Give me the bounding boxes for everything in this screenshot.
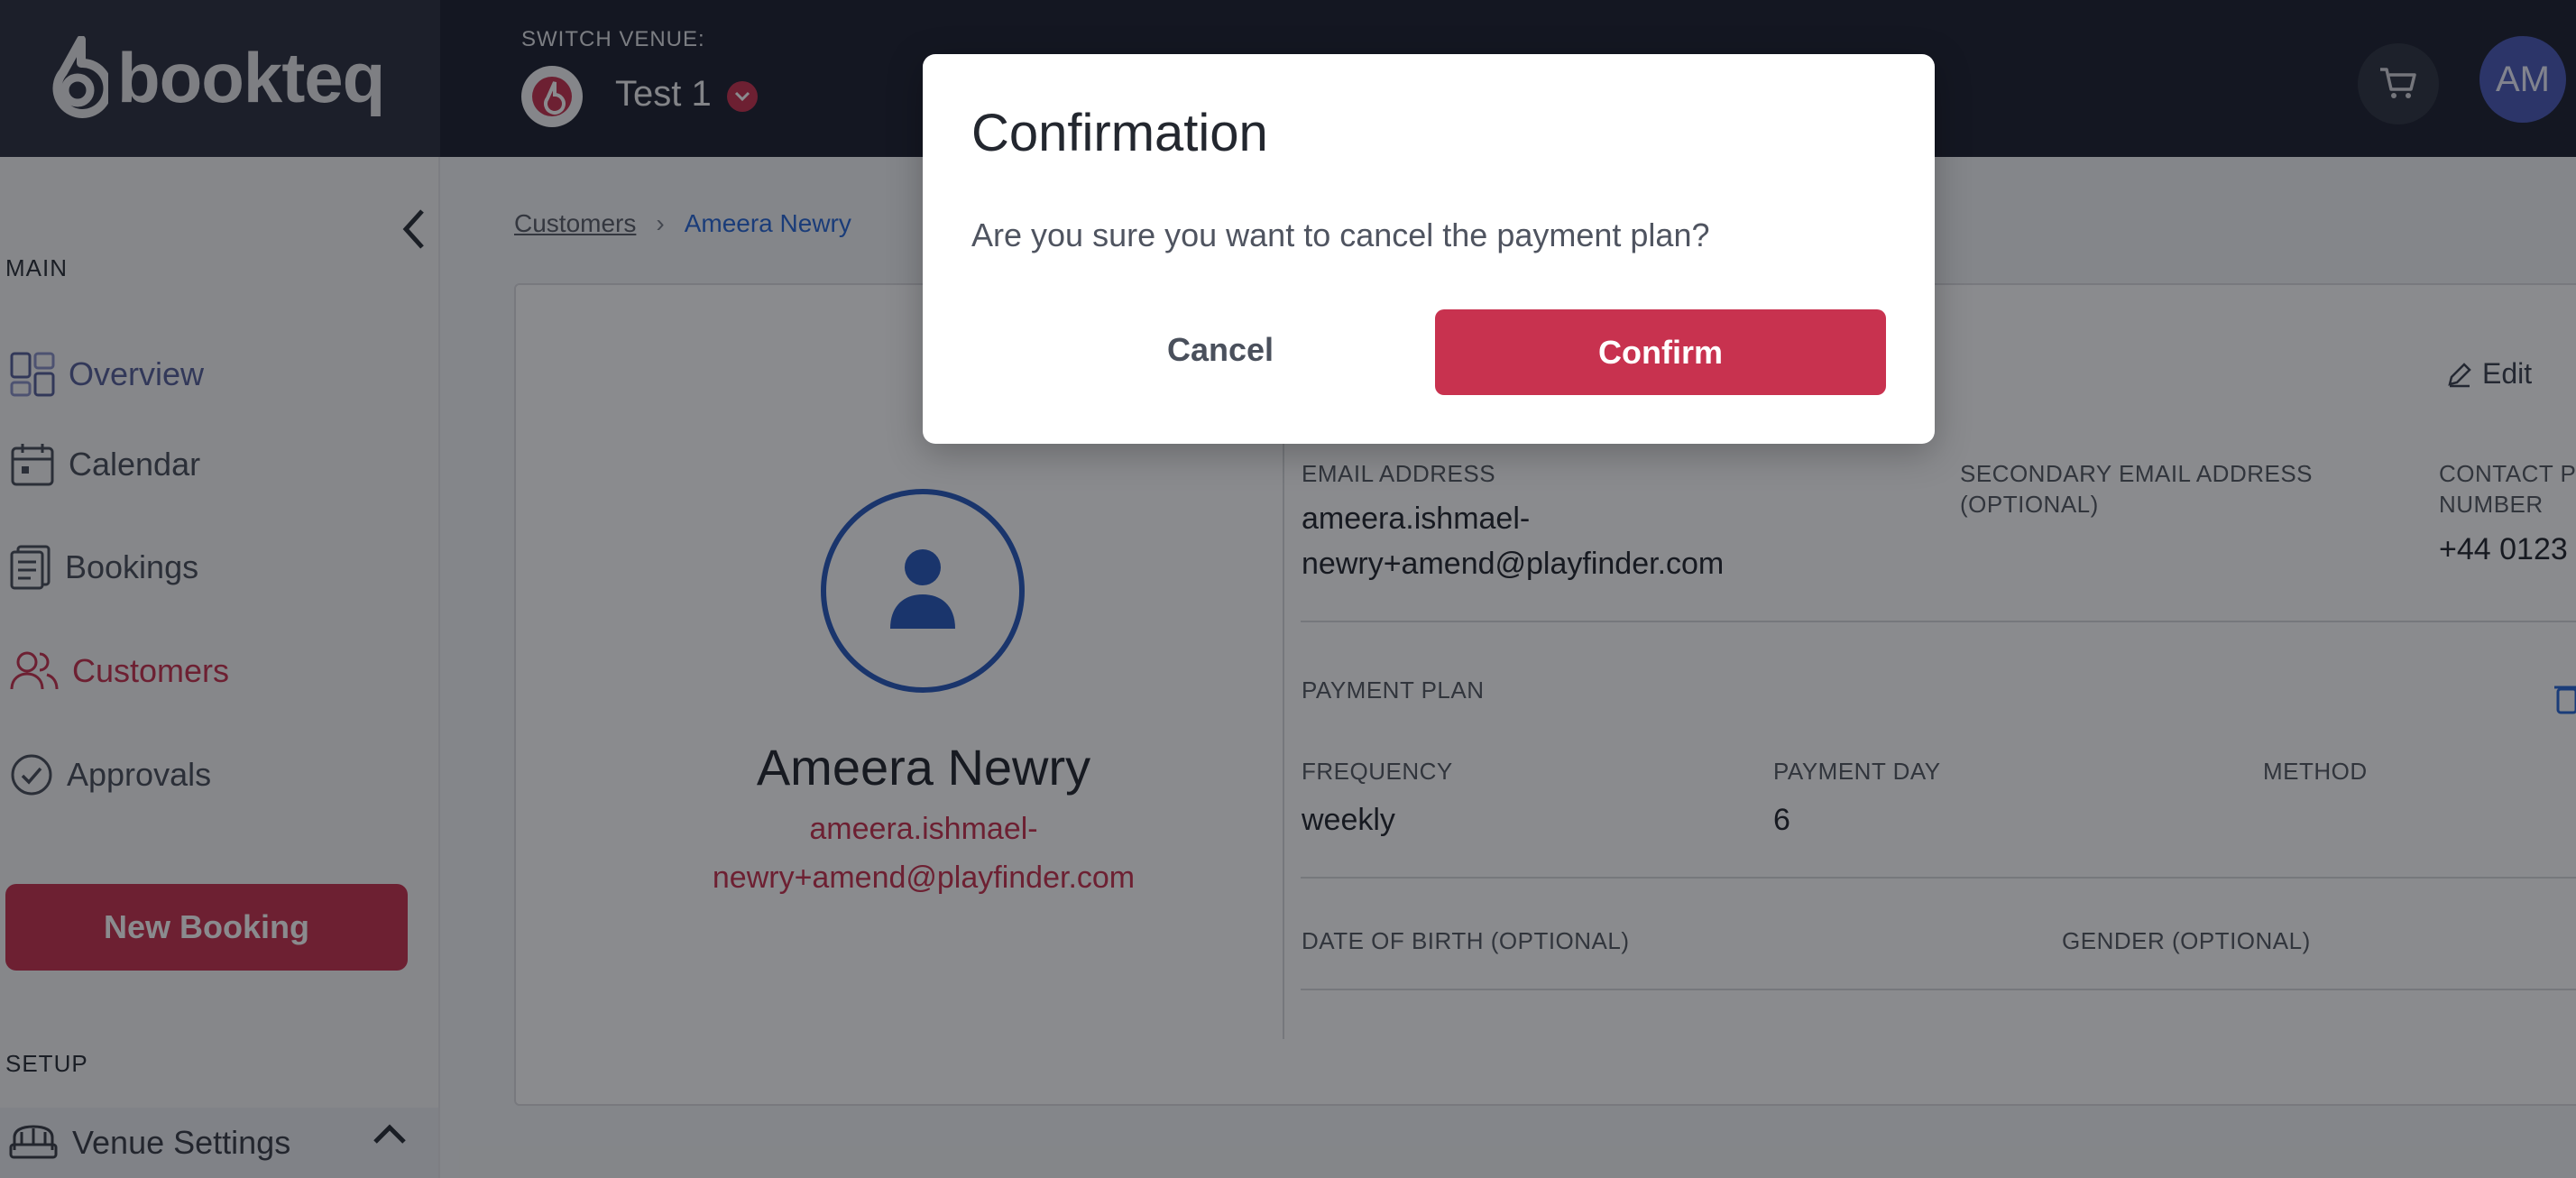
cancel-button[interactable]: Cancel: [1130, 307, 1311, 393]
dialog-message: Are you sure you want to cancel the paym…: [971, 216, 1710, 253]
dialog-title: Confirmation: [971, 104, 1268, 162]
confirmation-dialog: Confirmation Are you sure you want to ca…: [923, 54, 1935, 444]
confirm-button[interactable]: Confirm: [1435, 309, 1886, 395]
